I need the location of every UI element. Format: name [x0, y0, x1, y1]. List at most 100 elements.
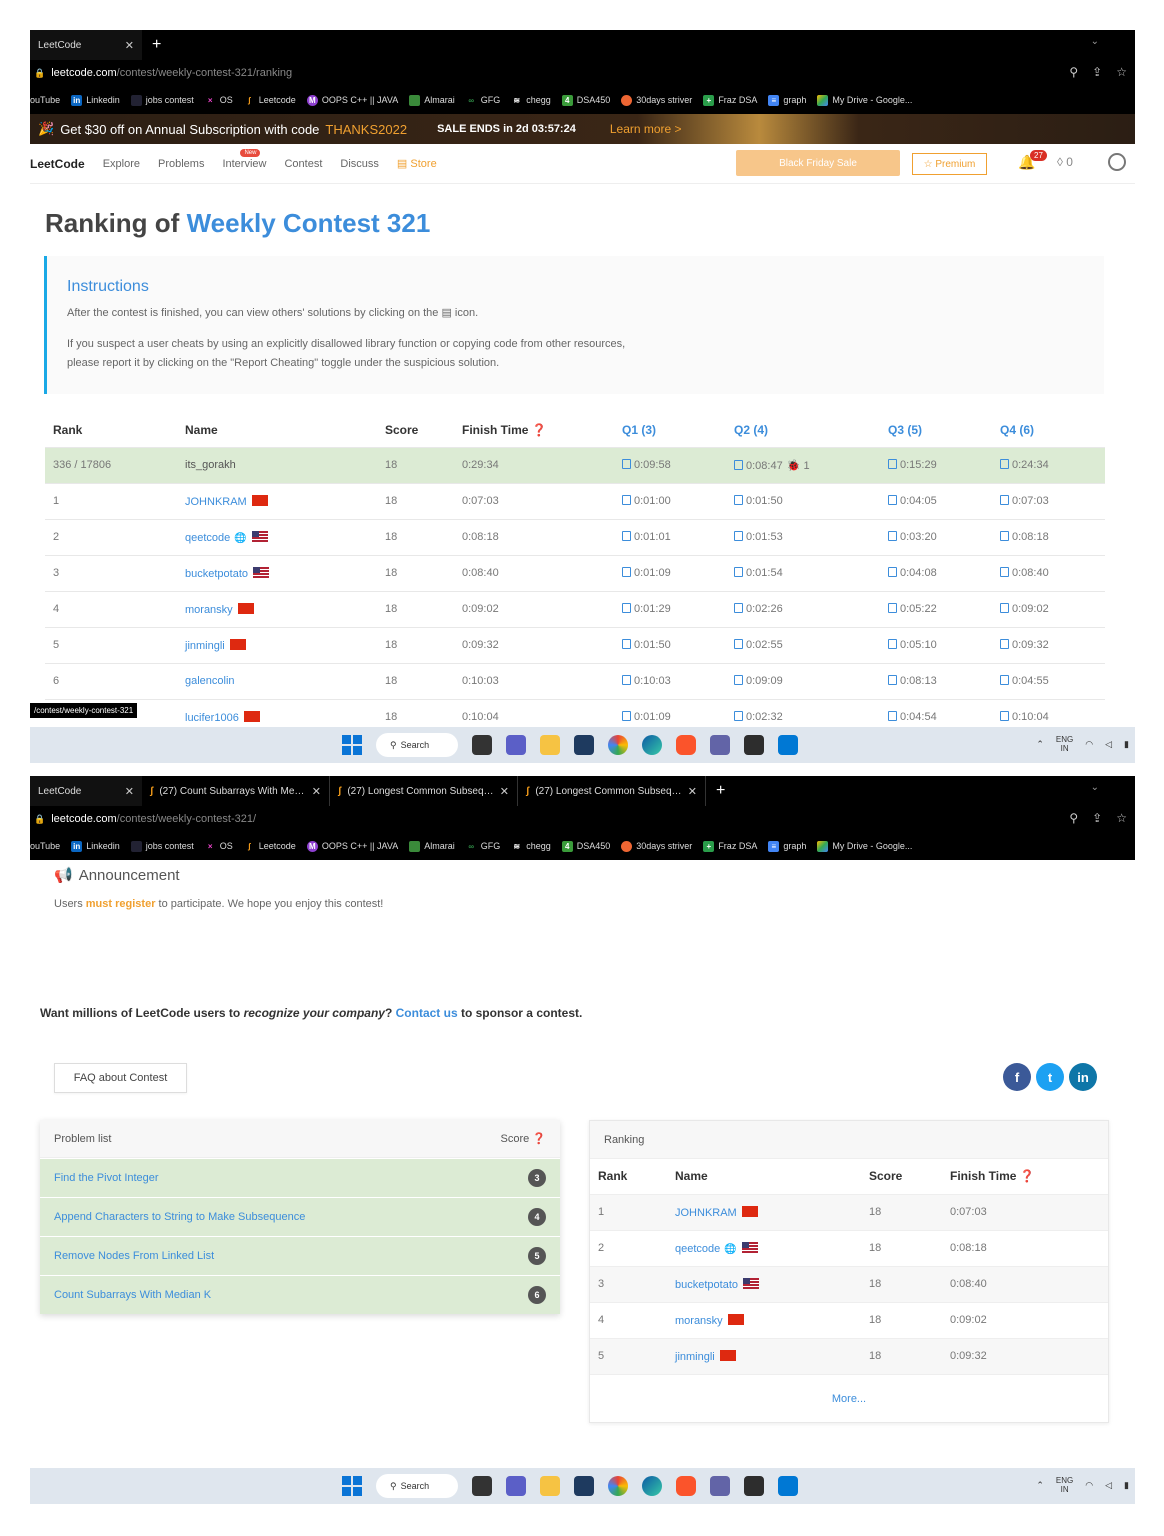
problem-title[interactable]: Append Characters to String to Make Subs… — [54, 1211, 305, 1223]
cell-q4[interactable]: 0:09:32 — [992, 626, 1105, 663]
tab-search-chevron-icon[interactable]: ⌄ — [1091, 782, 1099, 793]
teams-icon[interactable] — [710, 735, 730, 755]
coins-counter[interactable]: ◊ 0 — [1057, 155, 1073, 169]
brave-icon[interactable] — [676, 735, 696, 755]
cell-q2[interactable]: 0:02:26 — [726, 590, 880, 627]
bookmark-star-icon[interactable]: ☆ — [1116, 65, 1127, 79]
cell-q1[interactable]: 0:01:00 — [614, 482, 726, 519]
facebook-icon[interactable]: f — [1003, 1063, 1031, 1091]
bookmark-dsa450[interactable]: 4 DSA450 — [561, 840, 610, 852]
cell-q3[interactable]: 0:05:22 — [880, 590, 992, 627]
bookmark-os[interactable]: × OS — [204, 840, 233, 852]
col-q1[interactable]: Q1 (3) — [614, 413, 726, 447]
leetcode-logo[interactable]: LeetCode — [30, 157, 85, 171]
chat-icon[interactable] — [506, 1476, 526, 1496]
task-view-icon[interactable] — [472, 735, 492, 755]
new-tab-button[interactable]: + — [142, 36, 171, 54]
problem-item[interactable]: Append Characters to String to Make Subs… — [40, 1197, 560, 1236]
cell-q4[interactable]: 0:04:55 — [992, 662, 1105, 699]
zoom-icon[interactable]: ⚲ — [1069, 811, 1078, 825]
problem-item[interactable]: Find the Pivot Integer 3 — [40, 1158, 560, 1197]
windows-start-icon[interactable] — [342, 735, 362, 755]
edge-icon[interactable] — [642, 735, 662, 755]
bookmark-star-icon[interactable]: ☆ — [1116, 811, 1127, 825]
user-name[interactable]: jinmingli — [185, 640, 225, 652]
chrome-icon[interactable] — [608, 735, 628, 755]
wifi-icon[interactable]: ◠ — [1085, 1480, 1093, 1491]
col-q2[interactable]: Q2 (4) — [726, 413, 880, 447]
problem-title[interactable]: Find the Pivot Integer — [54, 1172, 159, 1184]
cell-q2[interactable]: 0:09:09 — [726, 662, 880, 699]
black-friday-sale-button[interactable]: Black Friday Sale — [736, 150, 900, 176]
terminal-icon[interactable] — [744, 1476, 764, 1496]
bookmark-my-drive[interactable]: My Drive - Google... — [817, 94, 912, 106]
cell-q3[interactable]: 0:05:10 — [880, 626, 992, 663]
battery-icon[interactable]: ▮ — [1124, 739, 1129, 750]
more-ranking-link[interactable]: More... — [590, 1374, 1108, 1422]
bookmark-gfg[interactable]: ∞ GFG — [465, 840, 500, 852]
cell-q3[interactable]: 0:04:05 — [880, 482, 992, 519]
cell-name[interactable]: JOHNKRAM — [177, 482, 377, 519]
close-tab-icon[interactable]: ✕ — [125, 39, 134, 52]
bookmark-jobs-contest[interactable]: jobs contest — [130, 840, 194, 852]
vscode-icon[interactable] — [778, 735, 798, 755]
battery-icon[interactable]: ▮ — [1124, 1480, 1129, 1491]
language-indicator[interactable]: ENG IN — [1056, 1476, 1073, 1494]
store-app-icon[interactable] — [574, 735, 594, 755]
browser-tab-leetcode[interactable]: LeetCode ✕ — [30, 30, 142, 60]
problem-title[interactable]: Count Subarrays With Median K — [54, 1289, 211, 1301]
problem-item[interactable]: Remove Nodes From Linked List 5 — [40, 1236, 560, 1275]
nav-contest[interactable]: Contest — [284, 158, 322, 170]
cell-q1[interactable]: 0:09:58 — [614, 446, 726, 483]
user-name[interactable]: lucifer1006 — [185, 712, 239, 724]
file-explorer-icon[interactable] — [540, 735, 560, 755]
user-name[interactable]: qeetcode — [185, 532, 230, 544]
browser-tab-lcs-2[interactable]: ʃ (27) Longest Common Subsequen ✕ — [518, 776, 706, 806]
brave-icon[interactable] — [676, 1476, 696, 1496]
share-icon[interactable]: ⇪ — [1092, 811, 1102, 825]
browser-tab-leetcode[interactable]: LeetCode ✕ — [30, 776, 142, 806]
user-name[interactable]: JOHNKRAM — [185, 496, 247, 508]
file-explorer-icon[interactable] — [540, 1476, 560, 1496]
user-name[interactable]: jinmingli — [675, 1351, 715, 1363]
bookmark-gfg[interactable]: ∞ GFG — [465, 94, 500, 106]
chat-icon[interactable] — [506, 735, 526, 755]
cell-q1[interactable]: 0:01:09 — [614, 554, 726, 591]
taskbar-search[interactable]: ⚲ Search — [376, 1474, 458, 1498]
bookmark-linkedin[interactable]: in Linkedin — [71, 840, 120, 852]
share-icon[interactable]: ⇪ — [1092, 65, 1102, 79]
cell-name[interactable]: qeetcode 🌐 — [177, 518, 377, 555]
store-app-icon[interactable] — [574, 1476, 594, 1496]
bookmark-fraz-dsa[interactable]: + Fraz DSA — [703, 840, 757, 852]
chrome-icon[interactable] — [608, 1476, 628, 1496]
bookmark-almarai[interactable]: Almarai — [409, 840, 455, 852]
cell-name[interactable]: moransky — [177, 590, 377, 627]
address-bar[interactable]: 🔒 leetcode.com/contest/weekly-contest-32… — [30, 806, 1135, 832]
show-hidden-icons-icon[interactable]: ⌃ — [1036, 739, 1044, 750]
user-name[interactable]: moransky — [185, 604, 233, 616]
user-name[interactable]: bucketpotato — [675, 1279, 738, 1291]
contact-us-link[interactable]: Contact us — [396, 1006, 458, 1020]
cell-q3[interactable]: 0:03:20 — [880, 518, 992, 555]
user-name[interactable]: qeetcode — [675, 1243, 720, 1255]
col-q4[interactable]: Q4 (6) — [992, 413, 1105, 447]
cell-q4[interactable]: 0:08:18 — [992, 518, 1105, 555]
bookmark-my-drive[interactable]: My Drive - Google... — [817, 840, 912, 852]
cell-q2[interactable]: 0:01:50 — [726, 482, 880, 519]
new-tab-button[interactable]: + — [706, 782, 735, 800]
col-q3[interactable]: Q3 (5) — [880, 413, 992, 447]
bookmark-graph[interactable]: ≡ graph — [768, 94, 806, 106]
bookmark-graph[interactable]: ≡ graph — [768, 840, 806, 852]
cell-q2[interactable]: 0:02:55 — [726, 626, 880, 663]
user-name[interactable]: JOHNKRAM — [675, 1207, 737, 1219]
cell-q2[interactable]: 0:01:53 — [726, 518, 880, 555]
bookmark-oops[interactable]: M OOPS C++ || JAVA — [306, 840, 398, 852]
bookmark-jobs-contest[interactable]: jobs contest — [130, 94, 194, 106]
help-icon[interactable]: ❓ — [1020, 1169, 1035, 1183]
bookmark-30days-striver[interactable]: 30days striver — [621, 94, 692, 106]
cell-name[interactable]: jinmingli — [177, 626, 377, 663]
bookmark-linkedin[interactable]: in Linkedin — [71, 94, 120, 106]
user-avatar-icon[interactable] — [1108, 153, 1126, 171]
cell-name[interactable]: qeetcode 🌐 — [667, 1229, 861, 1266]
cell-q3[interactable]: 0:04:08 — [880, 554, 992, 591]
